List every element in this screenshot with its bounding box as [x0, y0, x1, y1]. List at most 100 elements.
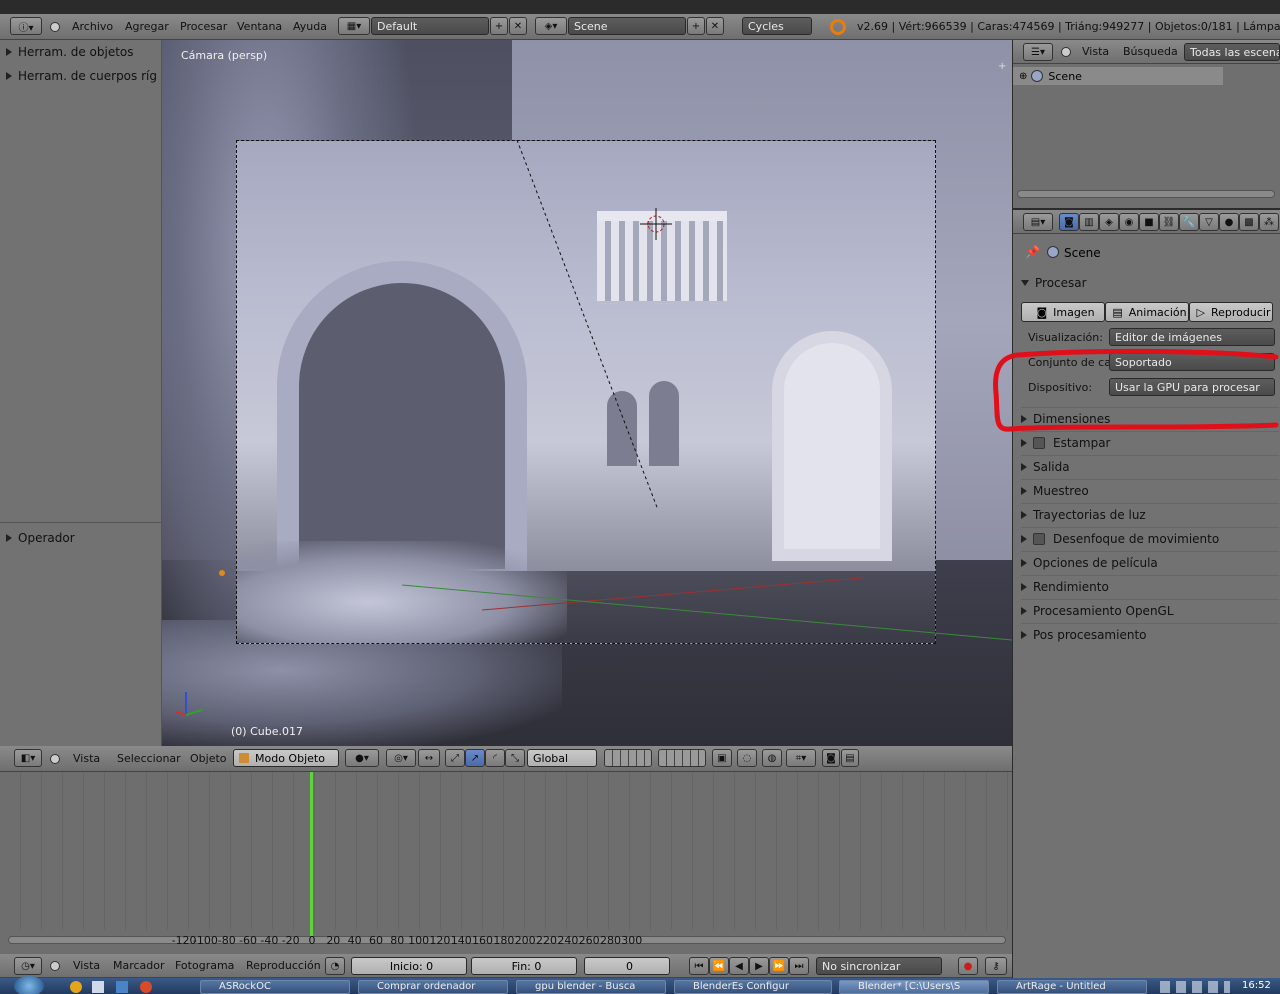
start-button-icon[interactable]	[14, 976, 44, 994]
modifiers-context-icon[interactable]: 🔧	[1179, 213, 1199, 231]
world-context-icon[interactable]: ◉	[1119, 213, 1139, 231]
taskbar-item-asrockoc[interactable]: ASRockOC	[200, 980, 350, 994]
panel-row[interactable]: Salida	[1021, 455, 1279, 477]
viewport-3d[interactable]: Cámara (persp) (0) Cube.017 +	[162, 40, 1012, 746]
rotate-icon[interactable]: ↗	[465, 749, 485, 767]
layers-block-2[interactable]	[658, 749, 706, 767]
snap-element-icon[interactable]: ⌗▾	[786, 749, 816, 767]
render-context-icon[interactable]: ◙	[1059, 213, 1079, 231]
menu-agregar[interactable]: Agregar	[125, 14, 169, 39]
display-selector[interactable]: Editor de imágenes	[1109, 328, 1275, 346]
play-icon[interactable]: ▶	[749, 957, 769, 975]
panel-object-tools[interactable]: Herram. de objetos	[6, 42, 158, 62]
panel-row[interactable]: Desenfoque de movimiento	[1021, 527, 1279, 549]
pivot-icon[interactable]: ◎▾	[386, 749, 416, 767]
panel-row[interactable]: Opciones de película	[1021, 551, 1279, 573]
properties-editor-type-icon[interactable]: ▤▾	[1023, 213, 1053, 231]
panel-rigid-body-tools[interactable]: Herram. de cuerpos rígi	[6, 66, 158, 86]
render-image-button[interactable]: ◙ Imagen	[1021, 302, 1105, 322]
outliner-row-scene[interactable]: ⊕ Scene	[1013, 67, 1223, 85]
panel-operator[interactable]: Operador	[6, 528, 158, 548]
jump-start-icon[interactable]: ⏮	[689, 957, 709, 975]
menu-archivo[interactable]: Archivo	[72, 14, 113, 39]
layout-selector[interactable]: Default	[371, 17, 489, 35]
scene-icon[interactable]: ◈▾	[535, 17, 567, 35]
quicklaunch-desktop-icon[interactable]	[116, 981, 128, 993]
constraints-context-icon[interactable]: ⛓	[1159, 213, 1179, 231]
texture-context-icon[interactable]: ▩	[1239, 213, 1259, 231]
taskbar-item-artrage[interactable]: ArtRage - Untitled	[997, 980, 1147, 994]
render-animation-button[interactable]: ▤ Animación	[1105, 302, 1189, 322]
shading-icon[interactable]: ●▾	[345, 749, 379, 767]
layer-lock-icon[interactable]: ▣	[712, 749, 732, 767]
menu-fotograma[interactable]: Fotograma	[175, 954, 234, 977]
object-context-icon[interactable]: ■	[1139, 213, 1159, 231]
panel-enable-checkbox[interactable]	[1033, 532, 1045, 545]
end-frame-field[interactable]: Fin: 0	[471, 957, 577, 975]
info-editor-icon[interactable]: ⓘ▾	[10, 17, 42, 35]
quicklaunch-explorer-icon[interactable]	[92, 981, 104, 993]
menu-procesar[interactable]: Procesar	[180, 14, 227, 39]
collapse-menu-icon[interactable]	[50, 22, 60, 32]
collapse-menu-icon[interactable]	[50, 961, 60, 971]
record-icon[interactable]: ●	[958, 957, 978, 975]
menu-objeto[interactable]: Objeto	[190, 746, 227, 771]
orientation-selector[interactable]: Global	[527, 749, 597, 767]
timeline-editor-type-icon[interactable]: ◷▾	[14, 957, 42, 975]
proportional-edit-icon[interactable]: ◌	[737, 749, 757, 767]
quicklaunch-browser-icon[interactable]	[70, 981, 82, 993]
timeline-frame-cursor[interactable]	[310, 772, 313, 940]
layout-close-icon[interactable]: ✕	[509, 17, 527, 35]
scene-context-icon[interactable]: ◈	[1099, 213, 1119, 231]
keying-set-icon[interactable]: ⚷	[985, 957, 1007, 975]
material-context-icon[interactable]: ●	[1219, 213, 1239, 231]
panel-row[interactable]: Rendimiento	[1021, 575, 1279, 597]
current-frame-field[interactable]: 0	[584, 957, 670, 975]
layers-block-1[interactable]	[604, 749, 652, 767]
snap-toggle-icon[interactable]: ◍	[762, 749, 782, 767]
preview-range-icon[interactable]: ◔	[325, 957, 345, 975]
particles-context-icon[interactable]: ⁂	[1259, 213, 1279, 231]
layout-grid-icon[interactable]: ▦▾	[338, 17, 370, 35]
taskbar-item-blenderes[interactable]: BlenderEs Configur	[674, 980, 832, 994]
outliner-menu-vista[interactable]: Vista	[1082, 40, 1109, 63]
pin-icon[interactable]: 📌	[1025, 245, 1040, 259]
scene-selector[interactable]: Scene	[568, 17, 686, 35]
menu-reproduccion[interactable]: Reproducción	[246, 954, 321, 977]
jump-end-icon[interactable]: ⏭	[789, 957, 809, 975]
sync-selector[interactable]: No sincronizar	[816, 957, 942, 975]
panel-row[interactable]: Procesamiento OpenGL	[1021, 599, 1279, 621]
menu-vista-timeline[interactable]: Vista	[73, 954, 100, 977]
render-anim-icon[interactable]: ▤	[841, 749, 859, 767]
menu-ventana[interactable]: Ventana	[237, 14, 282, 39]
outliner-menu-busqueda[interactable]: Búsqueda	[1123, 40, 1178, 63]
outliner-display-filter[interactable]: Todas las escenas	[1184, 43, 1280, 61]
panel-render-header[interactable]: Procesar	[1021, 272, 1279, 294]
render-camera-icon[interactable]: ◙	[822, 749, 840, 767]
layout-add-icon[interactable]: +	[490, 17, 508, 35]
expand-plus-icon[interactable]: ⊕	[1019, 71, 1027, 82]
scene-close-icon[interactable]: ✕	[706, 17, 724, 35]
collapse-menu-icon[interactable]	[50, 754, 60, 764]
next-keyframe-icon[interactable]: ⏩	[769, 957, 789, 975]
translate-icon[interactable]: ⤢	[445, 749, 465, 767]
viewport-plus-icon[interactable]: +	[998, 62, 1008, 72]
start-frame-field[interactable]: Inicio: 0	[351, 957, 467, 975]
menu-seleccionar[interactable]: Seleccionar	[117, 746, 181, 771]
taskbar-item-blender[interactable]: Blender* [C:\Users\S	[839, 980, 989, 994]
menu-vista[interactable]: Vista	[73, 746, 100, 771]
scene-add-icon[interactable]: +	[687, 17, 705, 35]
render-layers-icon[interactable]: ▥	[1079, 213, 1099, 231]
timeline-editor[interactable]	[0, 772, 1012, 954]
mode-selector[interactable]: Modo Objeto	[233, 749, 339, 767]
rotate-arc-icon[interactable]: ◜	[485, 749, 505, 767]
editor-type-icon[interactable]: ◧▾	[14, 749, 42, 767]
menu-marcador[interactable]: Marcador	[113, 954, 165, 977]
data-context-icon[interactable]: ▽	[1199, 213, 1219, 231]
panel-row[interactable]: Trayectorias de luz	[1021, 503, 1279, 525]
panel-row[interactable]: Muestreo	[1021, 479, 1279, 501]
outliner-scrollbar[interactable]	[1017, 190, 1275, 198]
panel-row[interactable]: Pos procesamiento	[1021, 623, 1279, 645]
collapse-menu-icon[interactable]	[1061, 47, 1071, 57]
play-reverse-icon[interactable]: ◀	[729, 957, 749, 975]
